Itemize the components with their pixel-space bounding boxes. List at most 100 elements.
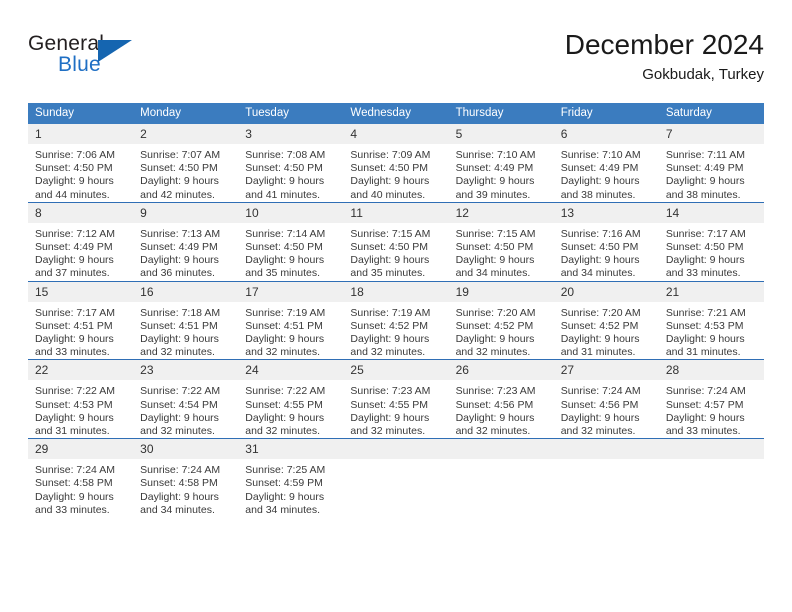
sunset-text: Sunset: 4:51 PM bbox=[140, 319, 218, 332]
day-number: 26 bbox=[448, 360, 554, 381]
day-number: 12 bbox=[448, 202, 554, 223]
daylight-text-line1: Daylight: 9 hours bbox=[560, 175, 640, 188]
daylight-text-line2: and 32 minutes. bbox=[245, 346, 320, 359]
daylight-text-line2: and 34 minutes. bbox=[560, 267, 636, 280]
day-number: 20 bbox=[553, 281, 659, 302]
calendar-day-cell[interactable]: 24 Sunrise: 7:22 AM Sunset: 4:55 PM Dayligh… bbox=[238, 359, 344, 439]
calendar-day-cell[interactable]: 17 Sunrise: 7:19 AM Sunset: 4:51 PM Dayligh… bbox=[238, 280, 344, 360]
sunrise-text: Sunrise: 7:15 AM bbox=[350, 227, 431, 240]
daylight-text-line1: Daylight: 9 hours bbox=[35, 175, 114, 188]
sunset-text: Sunset: 4:50 PM bbox=[245, 162, 323, 175]
sunset-text: Sunset: 4:56 PM bbox=[455, 398, 534, 411]
sunset-text: Sunset: 4:56 PM bbox=[560, 398, 639, 411]
sunset-text: Sunset: 4:52 PM bbox=[350, 319, 429, 332]
day-details: Sunrise: 7:16 AM Sunset: 4:50 PM Daylight:… bbox=[554, 223, 659, 281]
daylight-text-line1: Daylight: 9 hours bbox=[140, 333, 219, 346]
daylight-text-line2: and 32 minutes. bbox=[455, 425, 531, 438]
calendar-day-cell[interactable]: 16 Sunrise: 7:18 AM Sunset: 4:51 PM Dayligh… bbox=[133, 280, 239, 360]
daylight-text-line1: Daylight: 9 hours bbox=[350, 175, 430, 188]
calendar-day-cell[interactable]: 21 Sunrise: 7:21 AM Sunset: 4:53 PM Dayligh… bbox=[658, 280, 764, 360]
daylight-text-line1: Daylight: 9 hours bbox=[455, 175, 535, 188]
calendar-day-cell[interactable]: 1 Sunrise: 7:06 AM Sunset: 4:50 PM Daylight… bbox=[28, 124, 134, 202]
daylight-text-line2: and 33 minutes. bbox=[35, 346, 110, 359]
sunrise-text: Sunrise: 7:24 AM bbox=[140, 464, 221, 477]
day-number: 5 bbox=[448, 124, 554, 144]
calendar-day-cell[interactable]: 25 Sunrise: 7:23 AM Sunset: 4:55 PM Dayligh… bbox=[343, 359, 449, 439]
daylight-text-line1: Daylight: 9 hours bbox=[35, 411, 114, 424]
calendar-day-cell[interactable]: 30 Sunrise: 7:24 AM Sunset: 4:58 PM Dayligh… bbox=[133, 438, 239, 518]
calendar-day-cell[interactable]: 26 Sunrise: 7:23 AM Sunset: 4:56 PM Dayligh… bbox=[448, 359, 554, 439]
calendar-body: 1 Sunrise: 7:06 AM Sunset: 4:50 PM Daylight… bbox=[28, 124, 764, 518]
calendar-day-cell[interactable]: 27 Sunrise: 7:24 AM Sunset: 4:56 PM Dayligh… bbox=[553, 359, 659, 439]
calendar-day-cell[interactable]: 2 Sunrise: 7:07 AM Sunset: 4:50 PM Daylight… bbox=[133, 124, 239, 202]
daylight-text-line1: Daylight: 9 hours bbox=[245, 333, 325, 346]
calendar-day-cell[interactable]: 3 Sunrise: 7:08 AM Sunset: 4:50 PM Daylight… bbox=[238, 124, 344, 202]
daylight-text-line1: Daylight: 9 hours bbox=[455, 411, 535, 424]
sunset-text: Sunset: 4:49 PM bbox=[455, 162, 534, 175]
day-number: 13 bbox=[553, 202, 659, 223]
calendar-day-cell[interactable]: 31 Sunrise: 7:25 AM Sunset: 4:59 PM Dayligh… bbox=[238, 438, 344, 518]
daylight-text-line2: and 38 minutes. bbox=[665, 188, 741, 201]
calendar-day-cell[interactable]: 15 Sunrise: 7:17 AM Sunset: 4:51 PM Dayligh… bbox=[28, 280, 134, 360]
sunset-text: Sunset: 4:59 PM bbox=[245, 477, 323, 490]
sunrise-text: Sunrise: 7:24 AM bbox=[35, 464, 115, 477]
sunrise-text: Sunrise: 7:24 AM bbox=[665, 385, 746, 398]
day-number: 1 bbox=[28, 124, 134, 144]
day-details: Sunrise: 7:24 AM Sunset: 4:58 PM Daylight:… bbox=[28, 459, 133, 517]
calendar-day-cell[interactable]: 22 Sunrise: 7:22 AM Sunset: 4:53 PM Dayligh… bbox=[28, 359, 134, 439]
day-details bbox=[659, 459, 764, 464]
daylight-text-line2: and 31 minutes. bbox=[560, 346, 636, 359]
calendar-day-cell[interactable]: 20 Sunrise: 7:20 AM Sunset: 4:52 PM Dayligh… bbox=[553, 280, 659, 360]
daylight-text-line1: Daylight: 9 hours bbox=[245, 411, 325, 424]
day-number: 4 bbox=[343, 124, 449, 144]
sunrise-text: Sunrise: 7:19 AM bbox=[245, 306, 326, 319]
sunset-text: Sunset: 4:52 PM bbox=[560, 319, 639, 332]
daylight-text-line1: Daylight: 9 hours bbox=[665, 411, 745, 424]
sunset-text: Sunset: 4:51 PM bbox=[245, 319, 323, 332]
location-subtitle: Gokbudak, Turkey bbox=[642, 66, 764, 83]
calendar-day-cell[interactable]: 11 Sunrise: 7:15 AM Sunset: 4:50 PM Dayligh… bbox=[343, 201, 449, 282]
daylight-text-line2: and 34 minutes. bbox=[245, 503, 320, 516]
sunrise-text: Sunrise: 7:23 AM bbox=[455, 385, 536, 398]
calendar-day-cell[interactable]: 7 Sunrise: 7:11 AM Sunset: 4:49 PM Daylight… bbox=[658, 124, 764, 202]
calendar-day-cell[interactable]: 4 Sunrise: 7:09 AM Sunset: 4:50 PM Daylight… bbox=[343, 124, 449, 202]
calendar-day-cell[interactable]: 6 Sunrise: 7:10 AM Sunset: 4:49 PM Daylight… bbox=[553, 124, 659, 202]
sunrise-text: Sunrise: 7:16 AM bbox=[560, 227, 641, 240]
calendar-page: General Blue December 2024 Gokbudak, Tur… bbox=[0, 0, 792, 612]
sunset-text: Sunset: 4:50 PM bbox=[455, 241, 534, 254]
calendar-day-cell[interactable]: 10 Sunrise: 7:14 AM Sunset: 4:50 PM Dayligh… bbox=[238, 201, 344, 282]
day-number bbox=[658, 439, 764, 460]
day-details: Sunrise: 7:24 AM Sunset: 4:56 PM Daylight:… bbox=[554, 380, 659, 438]
calendar-day-cell[interactable]: 28 Sunrise: 7:24 AM Sunset: 4:57 PM Dayligh… bbox=[658, 359, 764, 439]
calendar-day-cell[interactable]: 13 Sunrise: 7:16 AM Sunset: 4:50 PM Dayligh… bbox=[553, 201, 659, 282]
sunrise-text: Sunrise: 7:11 AM bbox=[665, 149, 746, 161]
day-details: Sunrise: 7:24 AM Sunset: 4:57 PM Daylight:… bbox=[659, 380, 764, 438]
day-number: 9 bbox=[133, 202, 239, 223]
daylight-text-line1: Daylight: 9 hours bbox=[665, 175, 745, 188]
day-number: 22 bbox=[28, 360, 134, 381]
sunset-text: Sunset: 4:53 PM bbox=[35, 398, 113, 411]
sunset-text: Sunset: 4:50 PM bbox=[350, 241, 429, 254]
day-details: Sunrise: 7:14 AM Sunset: 4:50 PM Daylight:… bbox=[238, 223, 343, 281]
sunrise-text: Sunrise: 7:15 AM bbox=[455, 227, 536, 240]
day-details: Sunrise: 7:08 AM Sunset: 4:50 PM Daylight:… bbox=[238, 144, 343, 202]
sunset-text: Sunset: 4:49 PM bbox=[35, 241, 113, 254]
calendar-day-cell[interactable]: 19 Sunrise: 7:20 AM Sunset: 4:52 PM Dayligh… bbox=[448, 280, 554, 360]
day-details: Sunrise: 7:20 AM Sunset: 4:52 PM Daylight:… bbox=[554, 302, 659, 360]
calendar-day-cell[interactable]: 5 Sunrise: 7:10 AM Sunset: 4:49 PM Daylight… bbox=[448, 124, 554, 202]
calendar-day-cell[interactable]: 23 Sunrise: 7:22 AM Sunset: 4:54 PM Dayligh… bbox=[133, 359, 239, 439]
brand-logo[interactable]: General Blue bbox=[28, 32, 148, 84]
daylight-text-line2: and 38 minutes. bbox=[560, 188, 636, 201]
weekday-header-monday: Monday bbox=[133, 103, 239, 124]
calendar-day-cell[interactable]: 29 Sunrise: 7:24 AM Sunset: 4:58 PM Dayligh… bbox=[28, 438, 134, 518]
calendar-day-cell[interactable]: 18 Sunrise: 7:19 AM Sunset: 4:52 PM Dayligh… bbox=[343, 280, 449, 360]
calendar-day-cell[interactable]: 14 Sunrise: 7:17 AM Sunset: 4:50 PM Dayligh… bbox=[658, 201, 764, 282]
day-details: Sunrise: 7:10 AM Sunset: 4:49 PM Daylight:… bbox=[554, 144, 659, 202]
calendar-day-cell[interactable]: 8 Sunrise: 7:12 AM Sunset: 4:49 PM Daylight… bbox=[28, 201, 134, 282]
day-number: 14 bbox=[658, 202, 764, 223]
calendar-day-cell[interactable]: 12 Sunrise: 7:15 AM Sunset: 4:50 PM Dayligh… bbox=[448, 201, 554, 282]
day-number: 28 bbox=[658, 360, 764, 381]
daylight-text-line1: Daylight: 9 hours bbox=[665, 254, 745, 267]
calendar-day-cell[interactable]: 9 Sunrise: 7:13 AM Sunset: 4:49 PM Daylight… bbox=[133, 201, 239, 282]
daylight-text-line2: and 37 minutes. bbox=[35, 267, 110, 280]
